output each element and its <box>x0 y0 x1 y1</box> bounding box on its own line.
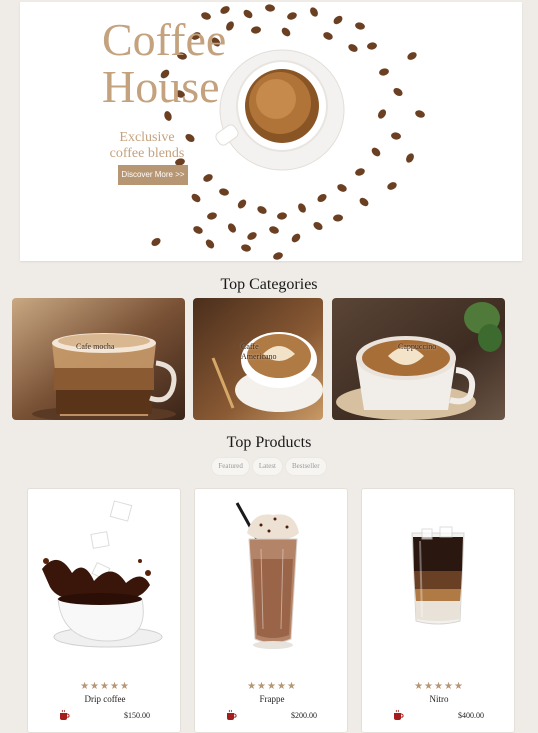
product-price: $400.00 <box>458 711 484 720</box>
tab-latest[interactable]: Latest <box>252 458 282 475</box>
cappuccino-image <box>332 298 505 420</box>
coffee-cart-icon[interactable] <box>58 709 70 721</box>
product-name: Drip coffee <box>84 694 126 704</box>
product-card-drip-coffee[interactable]: ★★★★★ Drip coffee $150.00 <box>27 488 181 733</box>
product-name: Frappe <box>259 694 285 704</box>
tab-bestseller[interactable]: Bestseller <box>286 458 326 475</box>
hero-subtitle: Exclusive coffee blends <box>109 130 185 161</box>
product-name: Nitro <box>429 694 449 704</box>
coffee-beans-cup-image <box>151 4 425 260</box>
frappe-image <box>235 502 299 649</box>
tab-featured[interactable]: Featured <box>212 458 249 475</box>
product-card-frappe[interactable]: ★★★★★ Frappe $200.00 <box>194 488 348 733</box>
category-card-cappuccino[interactable]: Cappuccino <box>332 298 505 420</box>
hero-title-line1: Coffee <box>102 14 227 65</box>
rating-stars: ★★★★★ <box>80 681 130 692</box>
category-label: Caffe Americano <box>241 342 277 361</box>
drip-coffee-image <box>42 500 163 648</box>
product-price: $200.00 <box>291 711 317 720</box>
category-label: Cappuccino <box>398 342 437 351</box>
hero-title-line2: House <box>102 61 220 112</box>
rating-stars: ★★★★★ <box>247 681 297 692</box>
category-card-cafe-mocha[interactable]: Cafe mocha <box>12 298 185 420</box>
discover-more-button[interactable]: Discover More >> <box>118 165 188 185</box>
category-label: Cafe mocha <box>76 342 115 351</box>
product-card-nitro[interactable]: ★★★★★ Nitro $400.00 <box>361 488 515 733</box>
hero-banner: Coffee House Exclusive coffee blends Dis… <box>20 2 522 261</box>
cafe-mocha-image <box>12 298 185 420</box>
top-products-heading: Top Products <box>226 434 312 451</box>
top-categories-heading: Top Categories <box>220 276 318 293</box>
product-price: $150.00 <box>124 711 150 720</box>
nitro-image <box>411 526 465 625</box>
category-card-caffe-americano[interactable]: Caffe Americano <box>193 298 323 420</box>
rating-stars: ★★★★★ <box>414 681 464 692</box>
hero-title: Coffee House <box>102 16 226 110</box>
coffee-cart-icon[interactable] <box>225 709 237 721</box>
product-tabs: Featured Latest Bestseller <box>0 458 538 475</box>
coffee-cart-icon[interactable] <box>392 709 404 721</box>
